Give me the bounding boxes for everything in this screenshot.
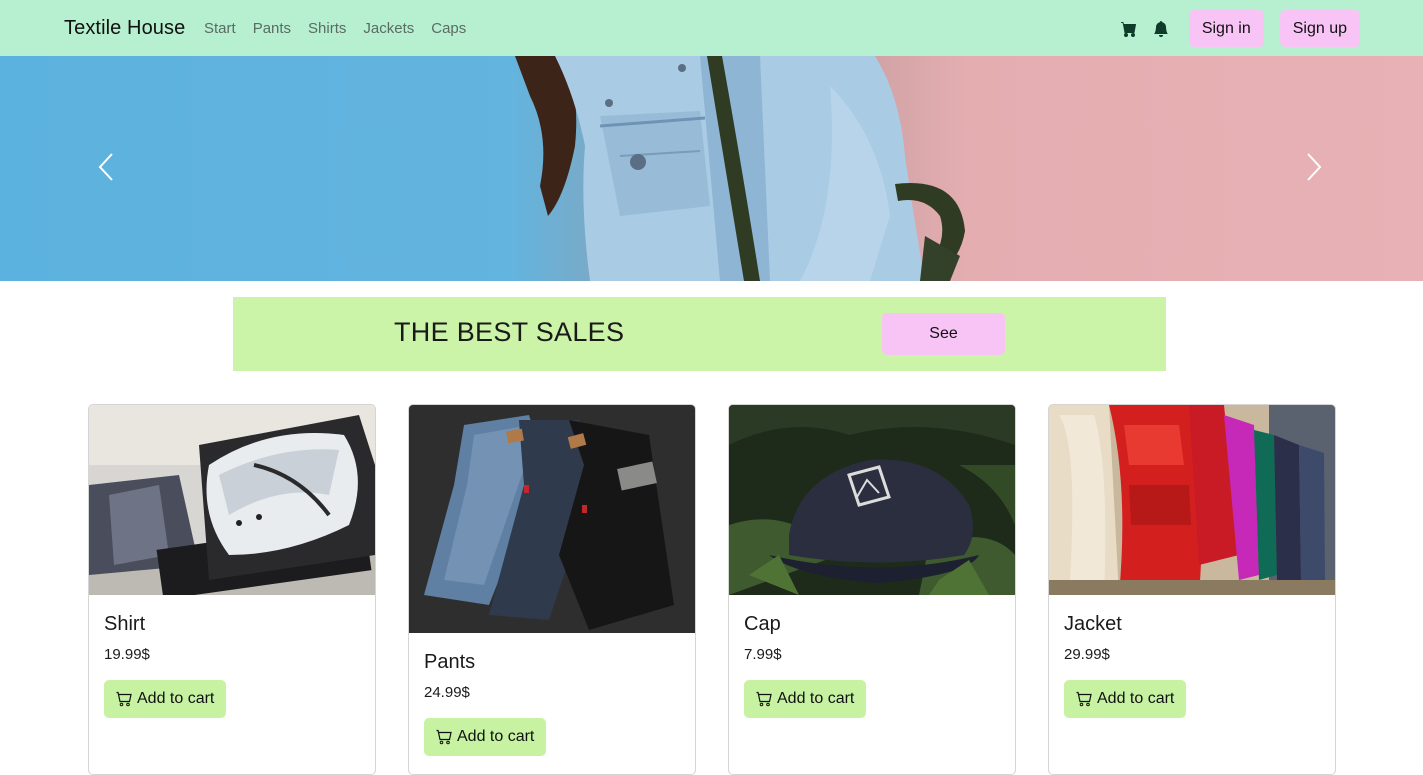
product-card-pants: Pants 24.99$ Add to cart <box>408 404 696 775</box>
nav-link-jackets[interactable]: Jackets <box>363 20 414 37</box>
product-card-jacket: Jacket 29.99$ Add to cart <box>1048 404 1336 775</box>
hero-photo <box>515 56 965 281</box>
shirt-photo <box>89 405 375 595</box>
product-price: 24.99$ <box>424 684 470 701</box>
promo-heading: THE BEST SALES <box>394 317 625 347</box>
product-price: 7.99$ <box>744 646 782 663</box>
sign-in-button[interactable]: Sign in <box>1188 10 1264 47</box>
cart-icon <box>1076 691 1092 707</box>
jackets-photo <box>1049 405 1335 595</box>
product-name: Jacket <box>1064 613 1122 635</box>
product-name: Shirt <box>104 613 146 635</box>
card-body: Shirt 19.99$ Add to cart <box>104 613 227 718</box>
bell-icon[interactable] <box>1149 11 1173 47</box>
add-to-cart-label: Add to cart <box>137 690 215 707</box>
nav-link-shirts[interactable]: Shirts <box>308 20 346 37</box>
chevron-left-icon <box>98 153 113 181</box>
product-price: 29.99$ <box>1064 646 1110 663</box>
product-card-cap: Cap 7.99$ Add to cart <box>728 404 1016 775</box>
chevron-right-icon <box>1307 153 1322 181</box>
product-name: Cap <box>744 613 781 635</box>
nav-links: Start Pants Shirts Jackets Caps <box>204 20 483 37</box>
product-card-shirt: Shirt 19.99$ Add to cart <box>88 404 376 775</box>
card-body: Jacket 29.99$ Add to cart <box>1064 613 1187 718</box>
add-to-cart-button[interactable]: Add to cart <box>424 718 547 756</box>
add-to-cart-label: Add to cart <box>777 690 855 707</box>
card-body: Pants 24.99$ Add to cart <box>424 651 547 756</box>
see-sales-button[interactable]: See <box>882 313 1005 355</box>
carousel-next-button[interactable] <box>1304 152 1328 186</box>
product-price: 19.99$ <box>104 646 150 663</box>
carousel-prev-button[interactable] <box>96 152 120 186</box>
add-to-cart-button[interactable]: Add to cart <box>104 680 227 718</box>
hero-carousel <box>0 56 1423 281</box>
nav-link-start[interactable]: Start <box>204 20 236 37</box>
nav-link-pants[interactable]: Pants <box>253 20 291 37</box>
product-name: Pants <box>424 651 476 673</box>
cart-icon <box>436 729 452 745</box>
add-to-cart-label: Add to cart <box>457 728 535 745</box>
nav-actions: Sign in Sign up <box>1117 10 1360 47</box>
add-to-cart-label: Add to cart <box>1097 690 1175 707</box>
cart-icon[interactable] <box>1117 11 1141 47</box>
add-to-cart-button[interactable]: Add to cart <box>1064 680 1187 718</box>
cart-icon <box>116 691 132 707</box>
card-body: Cap 7.99$ Add to cart <box>744 613 867 718</box>
cart-icon <box>756 691 772 707</box>
brand-logo[interactable]: Textile House <box>64 17 185 40</box>
cap-photo <box>729 405 1015 595</box>
promo-banner: THE BEST SALES See <box>233 297 1166 371</box>
sign-up-button[interactable]: Sign up <box>1279 10 1360 47</box>
jeans-photo <box>409 405 695 633</box>
navbar: Textile House Start Pants Shirts Jackets… <box>0 0 1423 56</box>
nav-link-caps[interactable]: Caps <box>431 20 466 37</box>
add-to-cart-button[interactable]: Add to cart <box>744 680 867 718</box>
